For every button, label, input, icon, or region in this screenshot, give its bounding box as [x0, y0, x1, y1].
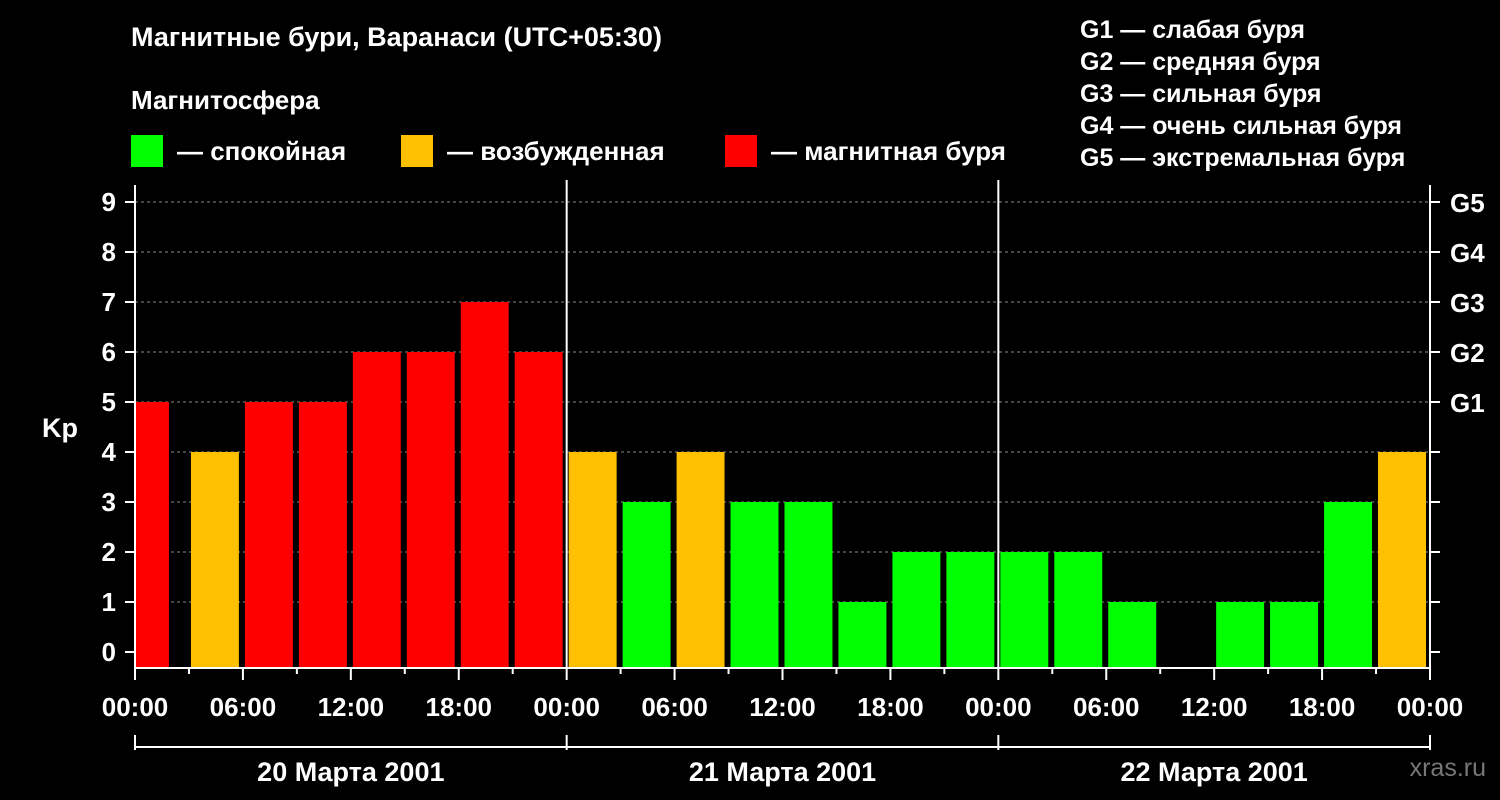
x-tick-label-1: 06:00: [210, 692, 277, 722]
day-label-2: 22 Марта 2001: [1121, 757, 1308, 787]
kp-bar-17: [1054, 552, 1103, 668]
kp-bar-18: [1108, 602, 1157, 668]
x-tick-label-8: 00:00: [965, 692, 1032, 722]
y-tick-label-9: 9: [102, 187, 116, 217]
x-tick-label-3: 18:00: [426, 692, 493, 722]
kp-bar-5: [406, 352, 455, 668]
kp-bar-13: [838, 602, 887, 668]
y-tick-label-4: 4: [102, 437, 117, 467]
kp-bar-10: [676, 452, 725, 668]
kp-bar-7: [514, 352, 563, 668]
y-tick-label-7: 7: [102, 287, 116, 317]
y-tick-label-1: 1: [102, 587, 116, 617]
kp-bar-1: [190, 452, 239, 668]
y-tick-label-5: 5: [102, 387, 116, 417]
y-axis-label: Kp: [42, 413, 78, 443]
kp-bar-3: [298, 402, 347, 668]
kp-bar-15: [946, 552, 995, 668]
storm-level-label-G4: G4: [1450, 238, 1485, 268]
x-tick-label-11: 18:00: [1289, 692, 1356, 722]
x-tick-label-7: 18:00: [857, 692, 924, 722]
kp-bar-14: [892, 552, 941, 668]
x-tick-label-12: 00:00: [1397, 692, 1464, 722]
y-tick-label-8: 8: [102, 237, 116, 267]
x-tick-label-0: 00:00: [102, 692, 169, 722]
y-tick-label-0: 0: [102, 637, 116, 667]
watermark: xras.ru: [1409, 754, 1486, 782]
kp-bar-20: [1216, 602, 1265, 668]
kp-bar-16: [1000, 552, 1049, 668]
x-tick-label-5: 06:00: [641, 692, 708, 722]
kp-bar-23: [1378, 452, 1426, 668]
kp-bar-9: [622, 502, 671, 668]
y-tick-label-3: 3: [102, 487, 116, 517]
y-tick-label-6: 6: [102, 337, 116, 367]
x-tick-label-9: 06:00: [1073, 692, 1140, 722]
kp-bar-11: [730, 502, 779, 668]
kp-bar-12: [784, 502, 833, 668]
x-tick-label-6: 12:00: [749, 692, 816, 722]
kp-bar-4: [352, 352, 401, 668]
storm-level-label-G3: G3: [1450, 288, 1485, 318]
kp-bar-chart: 0 1 2 3 4 5 6 7 8 9 G1 G2 G3 G4 G5 Kp 00:00 06:00 12:00 18:…: [42, 180, 1485, 787]
day-label-1: 21 Марта 2001: [689, 757, 876, 787]
kp-bar-0: [136, 402, 169, 668]
storm-level-label-G2: G2: [1450, 338, 1485, 368]
kp-bar-2: [244, 402, 293, 668]
kp-bar-22: [1324, 502, 1373, 668]
storm-level-label-G5: G5: [1450, 188, 1485, 218]
x-tick-label-10: 12:00: [1181, 692, 1248, 722]
x-tick-label-4: 00:00: [533, 692, 600, 722]
storm-level-label-G1: G1: [1450, 388, 1485, 418]
y-tick-label-2: 2: [102, 537, 116, 567]
day-label-0: 20 Марта 2001: [257, 757, 444, 787]
x-tick-label-2: 12:00: [318, 692, 385, 722]
kp-bar-6: [460, 302, 509, 668]
kp-bar-21: [1270, 602, 1319, 668]
kp-bar-8: [568, 452, 617, 668]
